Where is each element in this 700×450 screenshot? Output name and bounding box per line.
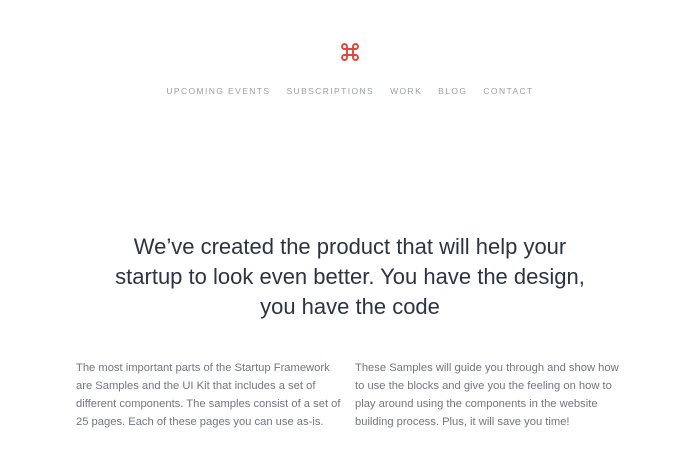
command-key-icon[interactable] — [340, 42, 360, 62]
nav-item-upcoming-events[interactable]: UPCOMING EVENTS — [166, 86, 270, 96]
main-nav: UPCOMING EVENTS SUBSCRIPTIONS WORK BLOG … — [0, 86, 700, 96]
nav-item-blog[interactable]: BLOG — [438, 86, 467, 96]
nav-item-work[interactable]: WORK — [390, 86, 422, 96]
left-paragraph: The most important parts of the Startup … — [76, 362, 341, 428]
nav-item-contact[interactable]: CONTACT — [483, 86, 533, 96]
nav-item-subscriptions[interactable]: SUBSCRIPTIONS — [286, 86, 374, 96]
hero-headline: We’ve created the product that will help… — [115, 234, 585, 319]
page: UPCOMING EVENTS SUBSCRIPTIONS WORK BLOG … — [0, 0, 700, 450]
right-paragraph: These Samples will guide you through and… — [355, 362, 619, 428]
